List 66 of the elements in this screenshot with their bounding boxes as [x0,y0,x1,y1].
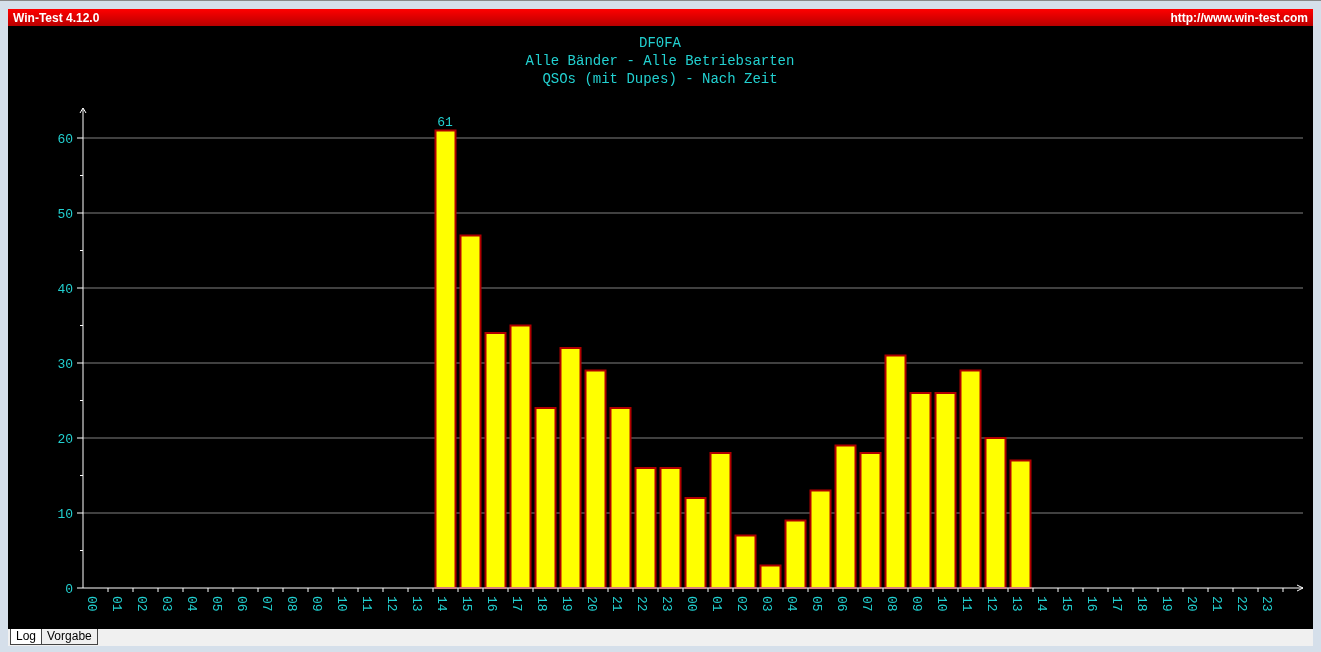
sheet-tab[interactable]: Log [10,629,43,645]
x-tick-label: 03 [759,596,774,612]
x-tick-label: 20 [584,596,599,612]
x-tick-label: 22 [634,596,649,612]
x-tick-label: 02 [134,596,149,612]
chart-bar [759,564,782,589]
x-tick-label: 07 [859,596,874,612]
website-url: http://www.win-test.com [1170,10,1308,25]
window-title: Win-Test 4.12.0 [13,10,100,25]
sheet-tab[interactable]: Vorgabe [41,629,98,645]
x-tick-label: 04 [784,596,799,612]
x-tick-label: 20 [1184,596,1199,612]
x-tick-label: 16 [1084,596,1099,612]
x-tick-label: 06 [234,596,249,612]
y-tick-label: 50 [57,207,73,222]
x-tick-label: 10 [934,596,949,612]
x-tick-label: 01 [109,596,124,612]
y-tick-label: 0 [65,582,73,597]
x-tick-label: 14 [1034,596,1049,612]
chart-title: QSOs (mit Dupes) - Nach Zeit [542,71,778,87]
x-tick-label: 04 [184,596,199,612]
x-tick-label: 11 [959,596,974,612]
x-tick-label: 12 [984,596,999,612]
chart-title: DF0FA [639,35,681,51]
y-tick-label: 20 [57,432,73,447]
chart-bar [784,519,807,589]
y-tick-label: 40 [57,282,73,297]
x-tick-label: 17 [509,596,524,612]
x-tick-label: 13 [1009,596,1024,612]
x-tick-label: 11 [359,596,374,612]
x-tick-label: 15 [1059,596,1074,612]
x-tick-label: 02 [734,596,749,612]
x-tick-label: 23 [659,596,674,612]
x-tick-label: 23 [1259,596,1274,612]
x-tick-label: 05 [809,596,824,612]
x-tick-label: 09 [909,596,924,612]
x-tick-label: 09 [309,596,324,612]
y-tick-label: 60 [57,132,73,147]
x-tick-label: 14 [434,596,449,612]
x-tick-label: 13 [409,596,424,612]
x-tick-label: 10 [334,596,349,612]
x-tick-label: 18 [534,596,549,612]
x-tick-label: 08 [884,596,899,612]
x-tick-label: 01 [709,596,724,612]
x-tick-label: 21 [609,596,624,612]
x-tick-label: 18 [1134,596,1149,612]
x-tick-label: 19 [1159,596,1174,612]
x-tick-label: 16 [484,596,499,612]
x-tick-label: 17 [1109,596,1124,612]
x-tick-label: 00 [84,596,99,612]
x-tick-label: 19 [559,596,574,612]
x-tick-label: 03 [159,596,174,612]
x-tick-label: 12 [384,596,399,612]
x-tick-label: 06 [834,596,849,612]
value-label: 61 [437,114,453,130]
x-tick-label: 08 [284,596,299,612]
y-tick-label: 10 [57,507,73,522]
x-tick-label: 21 [1209,596,1224,612]
x-tick-label: 07 [259,596,274,612]
x-tick-label: 00 [684,596,699,612]
chart-bar [734,534,757,589]
x-tick-label: 05 [209,596,224,612]
x-tick-label: 15 [459,596,474,612]
x-tick-label: 22 [1234,596,1249,612]
chart-title: Alle Bänder - Alle Betriebsarten [525,53,795,69]
y-tick-label: 30 [57,357,73,372]
